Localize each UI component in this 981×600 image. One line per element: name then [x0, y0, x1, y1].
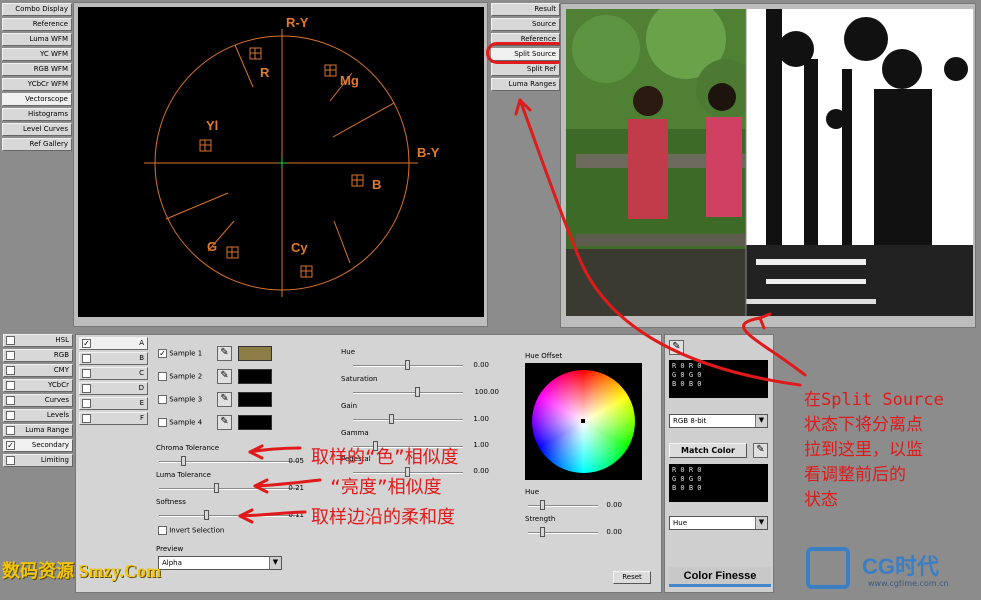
- watermark-right: CG时代 www.cgtime.com.cn: [806, 545, 978, 595]
- annotation-edge-softness: 取样边沿的柔和度: [311, 507, 455, 528]
- annotation-color-similarity: 取样的“色”相似度: [311, 447, 459, 468]
- split-note-line-4: 看调整前后的: [804, 465, 906, 485]
- split-note-line-3: 拉到这里，以监: [804, 440, 923, 460]
- watermark-left: 数码资源 Smzy.Com: [2, 561, 161, 581]
- annotation-luma-similarity: “亮度”相似度: [330, 477, 442, 498]
- cgtime-logo-icon: [806, 547, 850, 589]
- split-note-line-5: 状态: [804, 490, 838, 510]
- annotation-split-note: 在Split Source 状态下将分离点 拉到这里，以监 看调整前后的 状态: [804, 388, 980, 513]
- split-note-line-1: 在Split Source: [804, 390, 944, 410]
- cgtime-logo-text: CG时代: [862, 554, 940, 579]
- split-note-line-2: 状态下将分离点: [804, 415, 923, 435]
- cgtime-url: www.cgtime.com.cn: [868, 579, 949, 588]
